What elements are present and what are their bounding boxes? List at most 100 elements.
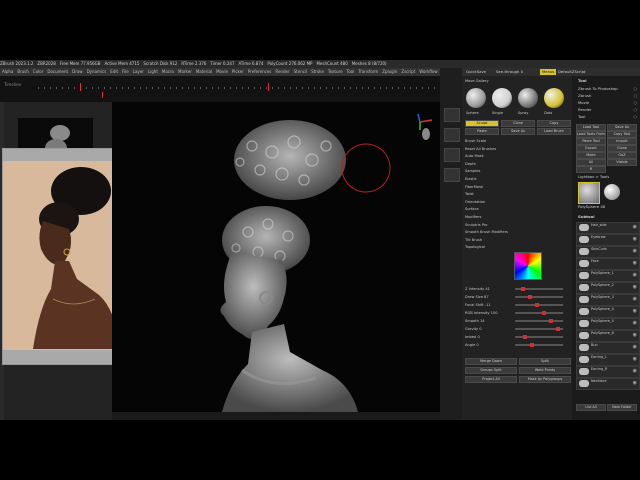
menu-item-layer[interactable]: Layer xyxy=(131,69,146,74)
tool-menu-item[interactable]: Movie xyxy=(578,100,589,105)
slider-knob[interactable] xyxy=(523,335,527,339)
menu-item-preferences[interactable]: Preferences xyxy=(246,69,274,74)
slider-track[interactable] xyxy=(515,304,563,306)
sculpt-button[interactable]: Sculpt xyxy=(465,120,499,127)
brush-setting-row[interactable]: FiberMesh xyxy=(465,184,569,190)
menu-item-workflow[interactable]: Workflow xyxy=(417,69,439,74)
slider-knob[interactable] xyxy=(556,327,560,331)
tool-button[interactable]: Visible xyxy=(607,159,637,166)
shelf-button[interactable] xyxy=(444,128,460,142)
slider-track[interactable] xyxy=(515,320,563,322)
load-button[interactable]: Load Brush xyxy=(537,128,571,135)
slider-knob[interactable] xyxy=(521,287,525,291)
brush-slider[interactable]: RGB Intensity 100 xyxy=(465,310,569,316)
menu-item-marker[interactable]: Marker xyxy=(176,69,194,74)
menu-item-movie[interactable]: Movie xyxy=(214,69,230,74)
subtool-item[interactable]: SkinCurls ◉ xyxy=(576,246,640,258)
eye-icon[interactable]: ○ xyxy=(634,86,638,91)
subtool-action-button[interactable]: Groups Split xyxy=(465,367,517,374)
brush-setting-row[interactable]: Depth xyxy=(465,161,569,167)
brush-setting-row[interactable]: Modifiers xyxy=(465,214,569,220)
subtool-item[interactable]: PolySphere_5 ◉ xyxy=(576,318,640,330)
subtool-item[interactable]: Earring_R ◉ xyxy=(576,366,640,378)
subtool-action-button[interactable]: Weld Points xyxy=(519,367,571,374)
subtool-item[interactable]: Eyebrow ◉ xyxy=(576,234,640,246)
subtool-item[interactable]: PolySphere_3 ◉ xyxy=(576,294,640,306)
menu-item-file[interactable]: File xyxy=(120,69,131,74)
tool-button[interactable]: Load Tools From Project xyxy=(576,131,606,138)
eye-icon[interactable]: ◉ xyxy=(633,381,637,386)
menu-item-color[interactable]: Color xyxy=(31,69,45,74)
menu-item-render[interactable]: Render xyxy=(273,69,291,74)
eye-icon[interactable]: ◉ xyxy=(633,273,637,278)
tool-menu-item[interactable]: Tool xyxy=(578,114,585,119)
polysphere-thumbnail[interactable] xyxy=(604,184,620,200)
slider-knob[interactable] xyxy=(542,311,546,315)
tool-button[interactable]: GoZ xyxy=(607,152,637,159)
brush-setting-row[interactable]: Twist xyxy=(465,191,569,197)
subtool-action-button[interactable]: Split xyxy=(519,358,571,365)
shelf-button[interactable] xyxy=(444,148,460,162)
menu-item-picker[interactable]: Picker xyxy=(230,69,246,74)
color-picker[interactable] xyxy=(514,252,542,280)
brush-setting-row[interactable]: Auto Mask xyxy=(465,153,569,159)
menu-item-transform[interactable]: Transform xyxy=(356,69,380,74)
eye-icon[interactable]: ○ xyxy=(634,114,638,119)
eye-icon[interactable]: ◉ xyxy=(633,357,637,362)
brush-setting-row[interactable]: Samples xyxy=(465,168,569,174)
brush-slider[interactable]: Angle 0 xyxy=(465,342,569,348)
brush-setting-row[interactable]: Topological xyxy=(465,244,569,250)
timeline-key-marker[interactable] xyxy=(80,83,81,91)
brush-setting-row[interactable]: Reset All Brushes xyxy=(465,146,569,152)
eye-icon[interactable]: ◉ xyxy=(633,285,637,290)
eye-icon[interactable]: ◉ xyxy=(633,369,637,374)
menu-item-zplugin[interactable]: Zplugin xyxy=(380,69,399,74)
brush-thumbnail[interactable] xyxy=(466,88,486,108)
eye-icon[interactable]: ◉ xyxy=(633,309,637,314)
lightbox-tools-button[interactable]: Lightbox > Tools xyxy=(578,174,609,179)
brush-slider[interactable]: Imbed 0 xyxy=(465,334,569,340)
brush-setting-row[interactable]: Surface xyxy=(465,206,569,212)
slider-knob[interactable] xyxy=(535,303,539,307)
tool-button[interactable]: Load Tool xyxy=(576,124,606,131)
slider-track[interactable] xyxy=(515,344,563,346)
eye-icon[interactable]: ○ xyxy=(634,93,638,98)
menu-item-zscript[interactable]: Zscript xyxy=(399,69,417,74)
tool-button[interactable]: Export xyxy=(576,145,606,152)
tool-menu-item[interactable]: Render xyxy=(578,107,592,112)
save-button[interactable]: Save As xyxy=(501,128,535,135)
subtool-item[interactable]: Face ◉ xyxy=(576,258,640,270)
tool-menu-item[interactable]: Zbrush xyxy=(578,93,591,98)
slider-knob[interactable] xyxy=(528,295,532,299)
tool-button[interactable]: Import xyxy=(607,138,637,145)
tool-button[interactable]: All xyxy=(576,159,606,166)
shelf-button[interactable] xyxy=(444,108,460,122)
eye-icon[interactable]: ◉ xyxy=(633,321,637,326)
menu-item-alpha[interactable]: Alpha xyxy=(0,69,15,74)
subtool-item[interactable]: PolySphere_4 ◉ xyxy=(576,306,640,318)
eye-icon[interactable]: ◉ xyxy=(633,297,637,302)
subtool-action-button[interactable]: Merge Down xyxy=(465,358,517,365)
menu-item-draw[interactable]: Draw xyxy=(70,69,84,74)
tool-button[interactable]: R xyxy=(576,166,606,173)
canvas-viewport[interactable] xyxy=(112,102,440,412)
menu-item-brush[interactable]: Brush xyxy=(15,69,31,74)
subtool-item[interactable]: PolySphere_6 ◉ xyxy=(576,330,640,342)
menu-item-document[interactable]: Document xyxy=(45,69,70,74)
subtool-action-button[interactable]: Mask by Polygroups xyxy=(519,376,571,383)
slider-knob[interactable] xyxy=(549,319,553,323)
eye-icon[interactable]: ○ xyxy=(634,100,638,105)
brush-setting-row[interactable]: Sculptris Pro xyxy=(465,222,569,228)
menu-item-macro[interactable]: Macro xyxy=(160,69,176,74)
eye-icon[interactable]: ◉ xyxy=(633,225,637,230)
menu-item-texture[interactable]: Texture xyxy=(326,69,345,74)
brush-setting-row[interactable]: Elastic xyxy=(465,176,569,182)
eye-icon[interactable]: ◉ xyxy=(633,249,637,254)
clone-button[interactable]: Clone xyxy=(501,120,535,127)
menu-item-tool[interactable]: Tool xyxy=(345,69,357,74)
reference-photo-window[interactable]: ↗ xyxy=(2,148,129,365)
slider-track[interactable] xyxy=(515,296,563,298)
tool-menu-item[interactable]: Zbrush To Photoshop xyxy=(578,86,618,91)
brush-slider[interactable]: Gravity 0 xyxy=(465,326,569,332)
menu-item-material[interactable]: Material xyxy=(194,69,214,74)
